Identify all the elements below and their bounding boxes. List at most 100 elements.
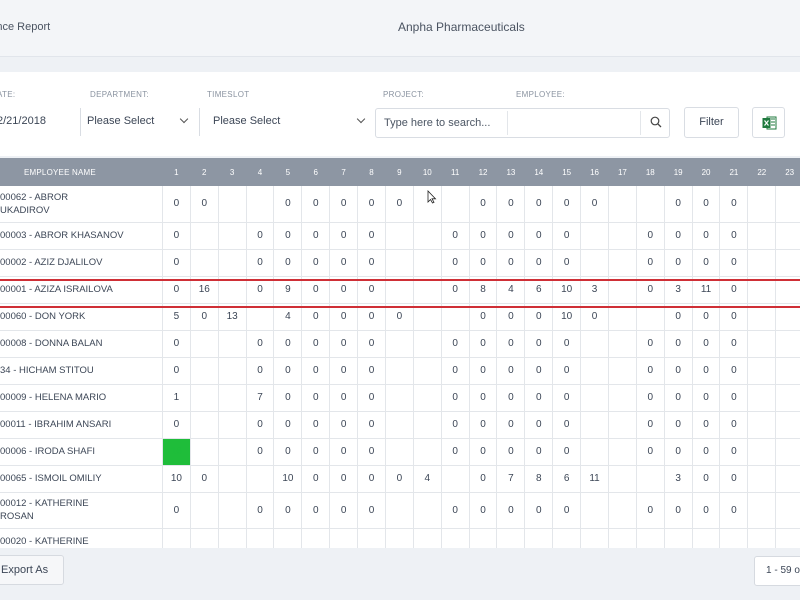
- attendance-cell[interactable]: [190, 384, 219, 412]
- attendance-cell[interactable]: 0: [692, 357, 721, 385]
- attendance-cell[interactable]: 0: [162, 492, 191, 529]
- attendance-cell[interactable]: 0: [636, 357, 665, 385]
- attendance-cell[interactable]: 0: [524, 438, 554, 466]
- attendance-cell[interactable]: 0: [246, 249, 275, 277]
- attendance-cell[interactable]: 6: [552, 465, 582, 493]
- attendance-cell[interactable]: [580, 222, 609, 250]
- attendance-cell[interactable]: 6: [524, 276, 554, 304]
- attendance-cell[interactable]: [747, 465, 777, 493]
- attendance-cell[interactable]: [747, 249, 777, 277]
- attendance-cell[interactable]: 0: [719, 249, 749, 277]
- attendance-cell[interactable]: [580, 330, 609, 358]
- attendance-cell[interactable]: 0: [692, 384, 721, 412]
- attendance-cell[interactable]: 0: [496, 186, 526, 223]
- table-row[interactable]: 00002 - AZIZ DJALILOV 0 0 0 0 0 0 0 0 0 0 0 0 0 0 0: [0, 249, 800, 277]
- attendance-cell[interactable]: 0: [524, 303, 554, 331]
- attendance-cell[interactable]: 0: [301, 411, 331, 439]
- attendance-cell[interactable]: 0: [469, 222, 498, 250]
- attendance-cell[interactable]: [608, 465, 637, 493]
- attendance-cell[interactable]: 0: [190, 465, 219, 493]
- attendance-cell[interactable]: [441, 465, 470, 493]
- table-row[interactable]: 00011 - IBRAHIM ANSARI 0 0 0 0 0 0 0 0 0 0 0 0 0 0 0: [0, 411, 800, 439]
- attendance-cell[interactable]: 0: [301, 276, 331, 304]
- attendance-cell[interactable]: [190, 249, 219, 277]
- attendance-cell[interactable]: [747, 276, 777, 304]
- attendance-cell[interactable]: 0: [469, 303, 498, 331]
- attendance-cell[interactable]: 0: [385, 303, 414, 331]
- attendance-cell[interactable]: 0: [469, 411, 498, 439]
- attendance-cell[interactable]: 9: [273, 276, 303, 304]
- attendance-cell[interactable]: [218, 384, 247, 412]
- attendance-cell[interactable]: 0: [441, 411, 470, 439]
- attendance-cell[interactable]: [608, 303, 637, 331]
- attendance-cell[interactable]: 0: [664, 411, 693, 439]
- attendance-cell[interactable]: [385, 438, 414, 466]
- attendance-cell[interactable]: 0: [496, 303, 526, 331]
- attendance-cell[interactable]: [218, 528, 247, 548]
- attendance-cell[interactable]: [218, 186, 247, 223]
- attendance-cell[interactable]: [580, 492, 609, 529]
- attendance-cell[interactable]: [218, 222, 247, 250]
- attendance-cell[interactable]: [636, 528, 665, 548]
- attendance-cell[interactable]: [218, 411, 247, 439]
- attendance-cell[interactable]: 0: [496, 222, 526, 250]
- attendance-cell[interactable]: 0: [329, 222, 359, 250]
- attendance-cell[interactable]: 0: [329, 249, 359, 277]
- attendance-cell[interactable]: 0: [357, 357, 386, 385]
- attendance-cell[interactable]: 0: [301, 465, 331, 493]
- attendance-cell[interactable]: [580, 528, 609, 548]
- attendance-cell[interactable]: 0: [301, 186, 331, 223]
- attendance-cell[interactable]: [608, 357, 637, 385]
- attendance-cell[interactable]: 0: [441, 330, 470, 358]
- attendance-cell[interactable]: 0: [469, 186, 498, 223]
- attendance-cell[interactable]: 0: [552, 249, 582, 277]
- attendance-cell[interactable]: 0: [246, 330, 275, 358]
- attendance-cell[interactable]: 0: [552, 357, 582, 385]
- attendance-cell[interactable]: 0: [357, 465, 386, 493]
- attendance-cell[interactable]: 0: [580, 303, 609, 331]
- attendance-cell[interactable]: 0: [524, 411, 554, 439]
- attendance-cell[interactable]: 0: [496, 357, 526, 385]
- attendance-cell[interactable]: [218, 465, 247, 493]
- attendance-cell[interactable]: [747, 438, 777, 466]
- export-as-button[interactable]: Export As: [0, 555, 64, 585]
- date-field[interactable]: 2/21/2018: [0, 115, 46, 127]
- attendance-cell[interactable]: 0: [273, 330, 303, 358]
- attendance-cell[interactable]: [496, 528, 526, 548]
- department-select[interactable]: Please Select: [80, 108, 198, 136]
- attendance-cell[interactable]: 10: [552, 276, 582, 304]
- attendance-cell[interactable]: 0: [664, 357, 693, 385]
- attendance-cell[interactable]: 3: [664, 465, 693, 493]
- attendance-cell[interactable]: 0: [469, 330, 498, 358]
- attendance-cell[interactable]: 0: [692, 186, 721, 223]
- attendance-cell[interactable]: 3: [664, 276, 693, 304]
- attendance-cell[interactable]: [580, 411, 609, 439]
- attendance-cell[interactable]: 0: [273, 357, 303, 385]
- attendance-cell[interactable]: 0: [719, 186, 749, 223]
- attendance-cell[interactable]: [441, 186, 470, 223]
- attendance-cell[interactable]: [747, 303, 777, 331]
- attendance-cell[interactable]: [580, 357, 609, 385]
- attendance-cell[interactable]: 0: [719, 465, 749, 493]
- attendance-cell[interactable]: 16: [190, 276, 219, 304]
- attendance-cell[interactable]: 0: [580, 186, 609, 223]
- attendance-cell[interactable]: 0: [636, 249, 665, 277]
- attendance-cell[interactable]: [747, 492, 777, 529]
- attendance-cell[interactable]: 0: [329, 438, 359, 466]
- attendance-cell[interactable]: [357, 528, 386, 548]
- attendance-cell[interactable]: 0: [162, 249, 191, 277]
- attendance-cell[interactable]: 0: [246, 492, 275, 529]
- attendance-cell[interactable]: 0: [329, 465, 359, 493]
- search-icon[interactable]: [650, 116, 662, 128]
- attendance-cell[interactable]: 0: [719, 492, 749, 529]
- attendance-cell[interactable]: 0: [246, 411, 275, 439]
- attendance-cell[interactable]: [775, 330, 800, 358]
- attendance-cell[interactable]: 0: [692, 411, 721, 439]
- attendance-cell[interactable]: 0: [524, 186, 554, 223]
- attendance-cell[interactable]: 0: [552, 384, 582, 412]
- attendance-cell[interactable]: [246, 528, 275, 548]
- attendance-cell[interactable]: 0: [357, 330, 386, 358]
- attendance-cell[interactable]: 0: [524, 357, 554, 385]
- attendance-cell[interactable]: 0: [162, 222, 191, 250]
- attendance-cell[interactable]: [385, 330, 414, 358]
